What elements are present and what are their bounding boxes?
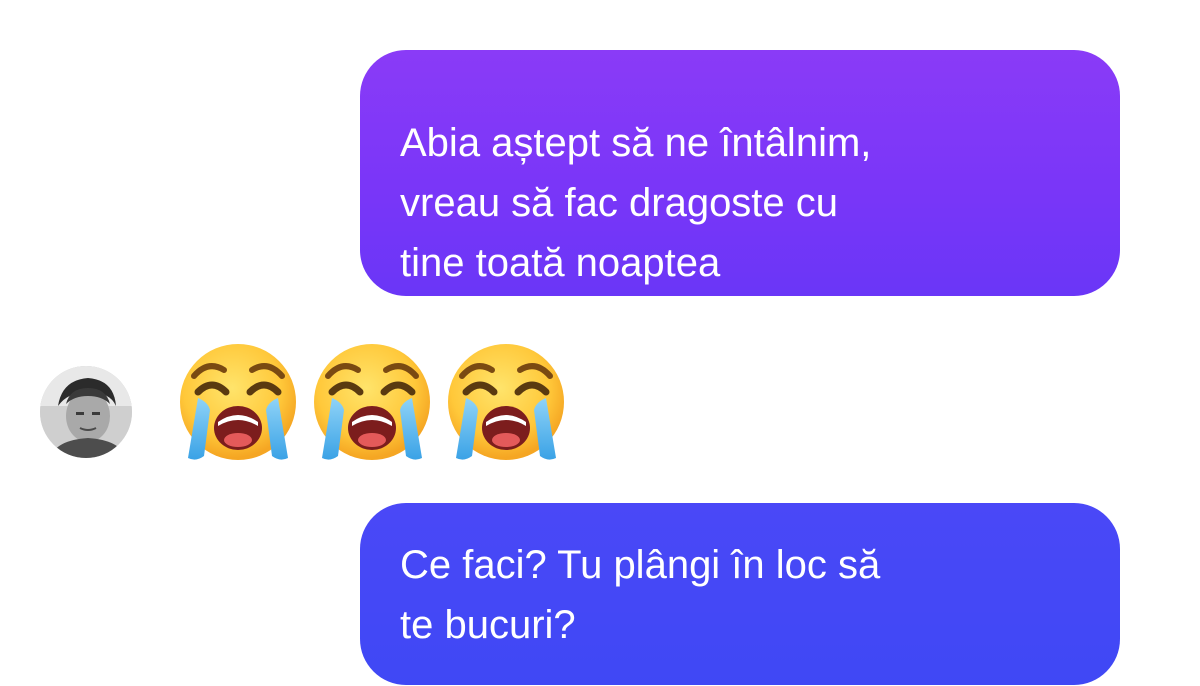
contact-avatar[interactable]: [40, 366, 132, 458]
loudly-crying-face-icon[interactable]: [174, 340, 302, 468]
loudly-crying-face-icon[interactable]: [308, 340, 436, 468]
chat-thread: Abia aștept să ne întâlnim, vreau să fac…: [0, 0, 1200, 686]
avatar-photo: [40, 366, 132, 458]
outgoing-message-bubble[interactable]: Abia aștept să ne întâlnim, vreau să fac…: [360, 50, 1120, 296]
outgoing-message-bubble[interactable]: Ce faci? Tu plângi în loc să te bucuri?: [360, 503, 1120, 685]
loudly-crying-face-icon[interactable]: [442, 340, 570, 468]
